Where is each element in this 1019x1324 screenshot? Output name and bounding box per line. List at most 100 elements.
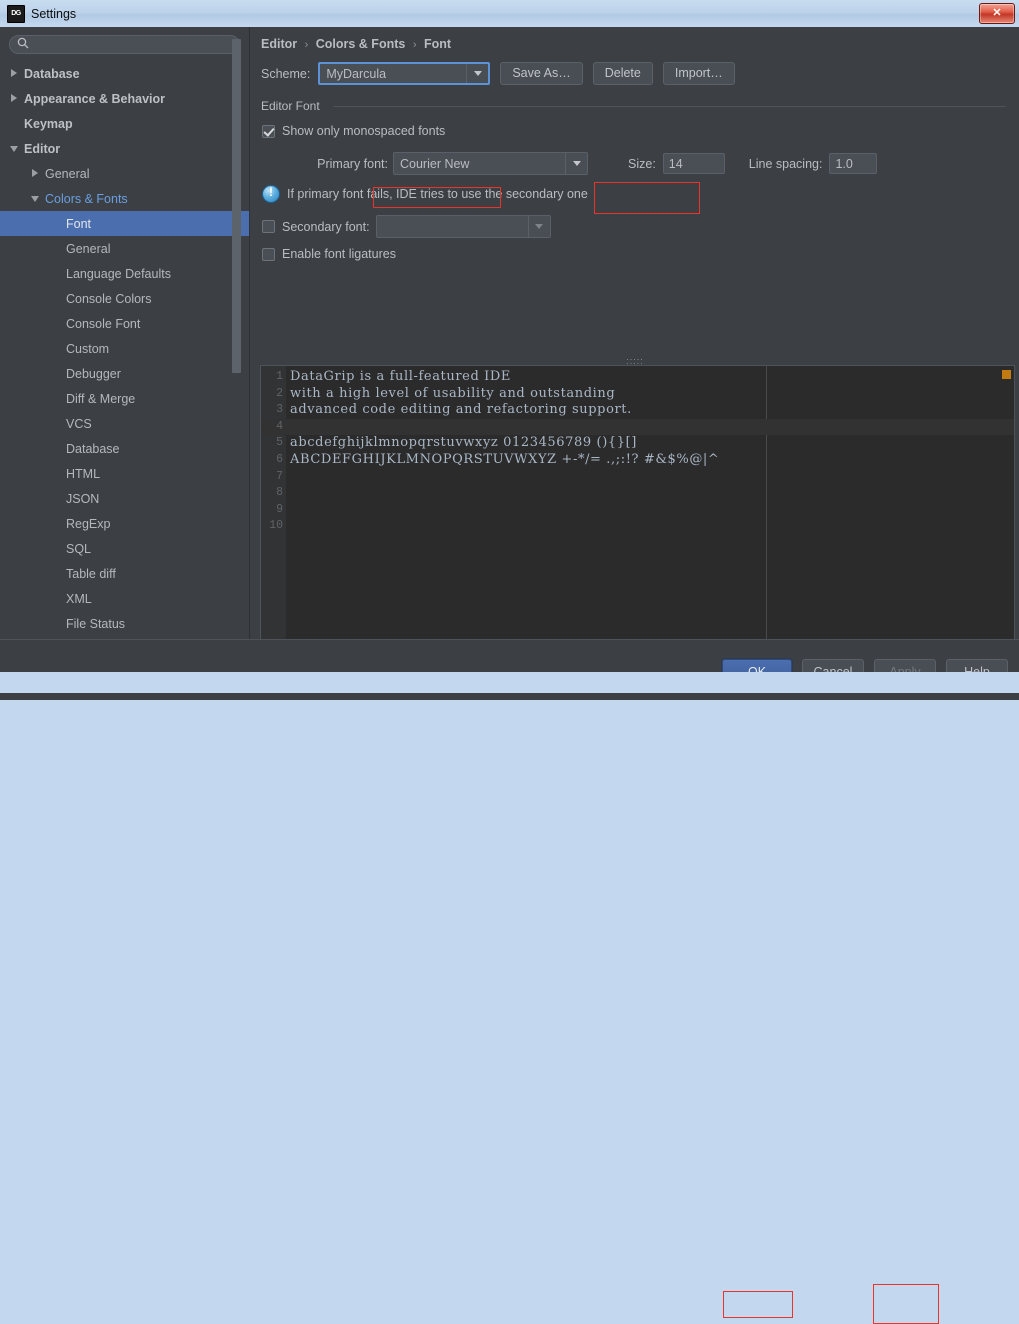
line-spacing-input[interactable]: [829, 153, 877, 174]
line-text: abcdefghijklmnopqrstuvwxyz 0123456789 ()…: [290, 435, 637, 452]
sidebar-item-label: JSON: [66, 492, 99, 506]
show-monospaced-checkbox-row[interactable]: Show only monospaced fonts: [262, 124, 445, 138]
search-input[interactable]: [29, 38, 239, 52]
chevron-down-icon[interactable]: [528, 216, 550, 237]
chevron-right-icon[interactable]: [31, 169, 40, 178]
secondary-font-info: If primary font fails, IDE tries to use …: [262, 185, 588, 203]
tree-spacer-icon: [52, 519, 61, 528]
tree-spacer-icon: [52, 594, 61, 603]
sidebar-item-table-diff[interactable]: Table diff: [0, 561, 249, 586]
chevron-down-icon[interactable]: [565, 153, 587, 174]
sidebar-item-sql[interactable]: SQL: [0, 536, 249, 561]
sidebar-item-label: Editor: [24, 142, 60, 156]
sidebar-item-label: Appearance & Behavior: [24, 92, 165, 106]
sidebar-item-custom[interactable]: Custom: [0, 336, 249, 361]
editor-marker-icon[interactable]: [1002, 370, 1011, 379]
scheme-combobox[interactable]: MyDarcula: [318, 62, 490, 85]
sidebar-item-keymap[interactable]: Keymap: [0, 111, 249, 136]
splitter-grip-icon: :::::: [626, 359, 644, 364]
tree-spacer-icon: [52, 294, 61, 303]
primary-font-combobox[interactable]: Courier New: [393, 152, 588, 175]
scheme-row: Scheme: MyDarcula Save As… Delete Import…: [261, 62, 735, 85]
sidebar-item-vcs[interactable]: VCS: [0, 411, 249, 436]
tree-spacer-icon: [52, 369, 61, 378]
sidebar-item-label: Colors & Fonts: [45, 192, 128, 206]
tree-spacer-icon: [52, 419, 61, 428]
tree-spacer-icon: [52, 219, 61, 228]
secondary-font-combobox[interactable]: [376, 215, 551, 238]
scheme-label: Scheme:: [261, 67, 310, 81]
chevron-right-icon[interactable]: [10, 94, 19, 103]
import-button[interactable]: Import…: [663, 62, 735, 85]
line-number: 10: [261, 518, 283, 535]
settings-window: DG Settings ✕ DatabaseAppearance & Behav…: [0, 0, 1019, 693]
sidebar-item-appearance-behavior[interactable]: Appearance & Behavior: [0, 86, 249, 111]
preview-line: 3advanced code editing and refactoring s…: [261, 402, 1014, 419]
sidebar-item-debugger[interactable]: Debugger: [0, 361, 249, 386]
close-icon[interactable]: ✕: [979, 3, 1015, 24]
line-number: 7: [261, 469, 283, 486]
breadcrumb-item-editor[interactable]: Editor: [261, 37, 297, 51]
breadcrumb-separator-icon: ›: [409, 39, 421, 51]
chevron-right-icon[interactable]: [10, 69, 19, 78]
ligatures-checkbox-row[interactable]: Enable font ligatures: [262, 247, 396, 261]
sidebar-item-diff-merge[interactable]: Diff & Merge: [0, 386, 249, 411]
sidebar-item-general[interactable]: General: [0, 236, 249, 261]
sidebar-item-colors-fonts[interactable]: Colors & Fonts: [0, 186, 249, 211]
size-input[interactable]: [663, 153, 725, 174]
chevron-down-icon[interactable]: [466, 64, 488, 83]
sidebar-item-xml[interactable]: XML: [0, 586, 249, 611]
show-monospaced-label: Show only monospaced fonts: [282, 124, 445, 138]
sidebar-item-general[interactable]: General: [0, 161, 249, 186]
sidebar-item-label: XML: [66, 592, 92, 606]
annotation-apply: [873, 1284, 939, 1324]
line-number: 5: [261, 435, 283, 452]
save-as-button[interactable]: Save As…: [500, 62, 582, 85]
primary-font-label: Primary font:: [261, 157, 388, 171]
search-box[interactable]: [9, 35, 240, 54]
sidebar-item-console-colors[interactable]: Console Colors: [0, 286, 249, 311]
sidebar-search: [9, 35, 240, 54]
breadcrumb: Editor › Colors & Fonts › Font: [261, 37, 451, 51]
secondary-font-checkbox[interactable]: [262, 220, 275, 233]
preview-line: 6ABCDEFGHIJKLMNOPQRSTUVWXYZ +-*/= .,;:!?…: [261, 452, 1014, 469]
sidebar-item-regexp[interactable]: RegExp: [0, 511, 249, 536]
ligatures-checkbox[interactable]: [262, 248, 275, 261]
sidebar-scrollbar-track[interactable]: [236, 27, 245, 605]
info-icon: [262, 185, 280, 203]
line-number: 2: [261, 386, 283, 403]
sidebar-item-label: Custom: [66, 342, 109, 356]
line-text: advanced code editing and refactoring su…: [290, 402, 632, 419]
tree-spacer-icon: [52, 319, 61, 328]
font-preview-editor[interactable]: 1DataGrip is a full-featured IDE2with a …: [260, 365, 1015, 648]
sidebar-item-label: VCS: [66, 417, 92, 431]
show-monospaced-checkbox[interactable]: [262, 125, 275, 138]
breadcrumb-item-colors-fonts[interactable]: Colors & Fonts: [316, 37, 406, 51]
sidebar-item-language-defaults[interactable]: Language Defaults: [0, 261, 249, 286]
sidebar-item-console-font[interactable]: Console Font: [0, 311, 249, 336]
sidebar-item-html[interactable]: HTML: [0, 461, 249, 486]
delete-button[interactable]: Delete: [593, 62, 653, 85]
sidebar-item-font[interactable]: Font: [0, 211, 249, 236]
sidebar-item-database[interactable]: Database: [0, 61, 249, 86]
chevron-down-icon[interactable]: [31, 194, 40, 203]
secondary-font-row: Secondary font:: [262, 215, 551, 238]
group-divider: [333, 106, 1006, 107]
breadcrumb-item-font[interactable]: Font: [424, 37, 451, 51]
annotation-ok: [723, 1291, 793, 1318]
sidebar-item-json[interactable]: JSON: [0, 486, 249, 511]
sidebar-scrollbar-thumb[interactable]: [232, 39, 241, 373]
chevron-down-icon[interactable]: [10, 144, 19, 153]
tree-spacer-icon: [52, 444, 61, 453]
sidebar-item-database[interactable]: Database: [0, 436, 249, 461]
preview-line: 10: [261, 518, 1014, 535]
preview-splitter[interactable]: :::::: [255, 357, 1015, 365]
editor-font-group: Editor Font Show only monospaced fonts P…: [261, 99, 1006, 304]
sidebar-item-file-status[interactable]: File Status: [0, 611, 249, 636]
sidebar-item-label: Diff & Merge: [66, 392, 135, 406]
sidebar-item-label: File Status: [66, 617, 125, 631]
ligatures-label: Enable font ligatures: [282, 247, 396, 261]
sidebar-item-label: General: [45, 167, 89, 181]
line-text: ABCDEFGHIJKLMNOPQRSTUVWXYZ +-*/= .,;:!? …: [290, 452, 719, 469]
sidebar-item-editor[interactable]: Editor: [0, 136, 249, 161]
